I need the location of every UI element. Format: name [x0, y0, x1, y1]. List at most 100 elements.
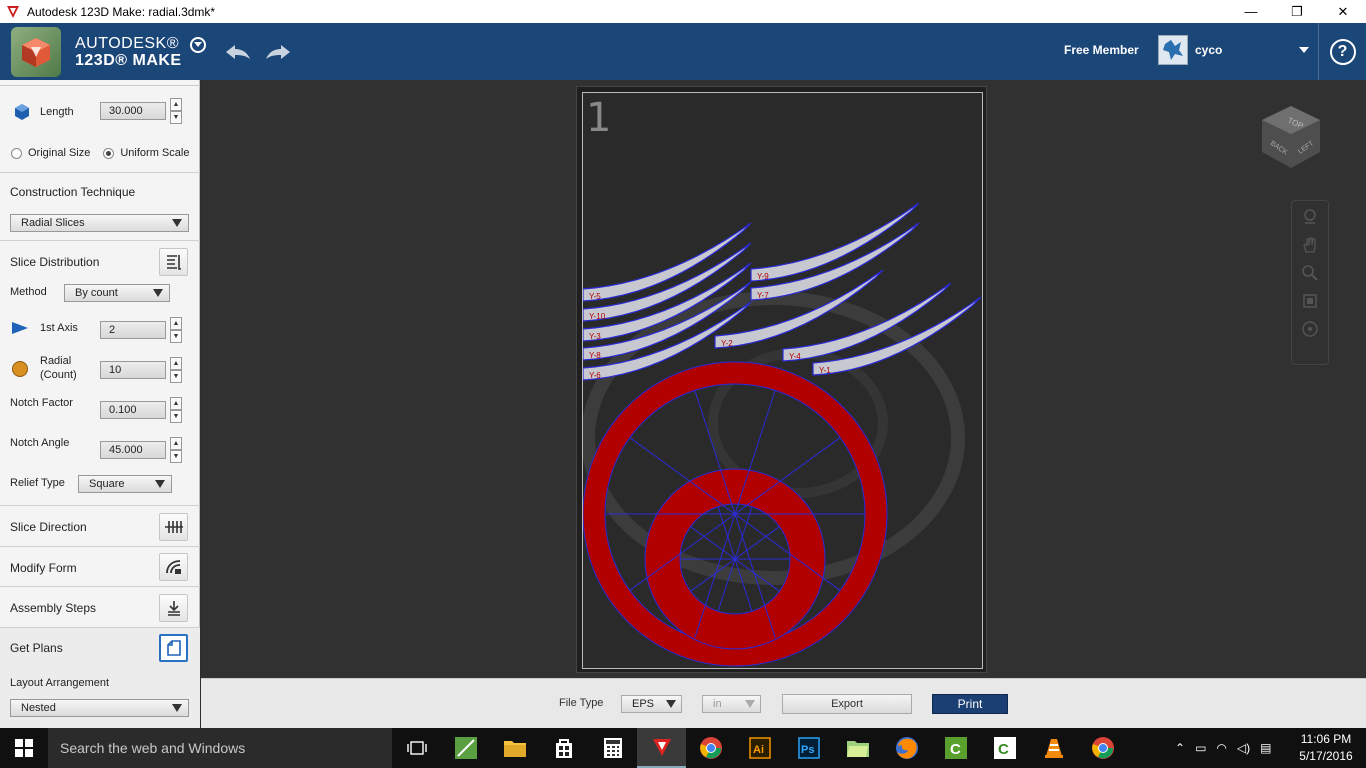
undo-icon[interactable] — [224, 42, 252, 62]
volume-icon[interactable]: ◁) — [1237, 741, 1250, 755]
username[interactable]: cyco — [1195, 43, 1222, 57]
slice-label: Y-3 — [589, 332, 601, 341]
plan-sheet[interactable]: 1 Y-5 Y-10 Y-3 Y-8 Y-6 Y-9 Y-7 Y-2 Y-4 Y-1 — [576, 86, 987, 673]
zoom-icon[interactable] — [1300, 263, 1320, 283]
first-axis-field[interactable]: 2 — [100, 321, 166, 339]
taskbar-apps: Ai Ps C C — [392, 728, 1127, 768]
notch-factor-label: Notch Factor — [10, 397, 73, 409]
export-button[interactable]: Export — [782, 694, 912, 714]
assembly-button[interactable] — [159, 594, 188, 622]
task-view-icon[interactable] — [392, 728, 441, 768]
construction-dropdown[interactable]: Radial Slices — [10, 214, 189, 232]
radial-down-button[interactable]: ▼ — [170, 370, 182, 383]
notch-angle-up-button[interactable]: ▲ — [170, 437, 182, 450]
help-button[interactable]: ? — [1318, 23, 1366, 80]
sketchbook-app-icon[interactable] — [441, 728, 490, 768]
orbit-icon[interactable] — [1300, 207, 1320, 227]
user-menu-chevron-down-icon[interactable] — [1299, 47, 1309, 53]
windows-taskbar: Search the web and Windows Ai Ps C C ⌃ ▭… — [0, 728, 1366, 768]
original-size-label: Original Size — [28, 147, 91, 159]
radial-label: Radial — [40, 355, 72, 367]
spoke-line — [734, 526, 780, 560]
123d-make-app-icon[interactable] — [637, 728, 686, 768]
length-up-button[interactable]: ▲ — [170, 98, 182, 111]
start-button[interactable] — [0, 728, 48, 768]
taskbar-search[interactable]: Search the web and Windows — [48, 728, 392, 768]
notch-factor-stepper[interactable]: 0.100 ▲ ▼ — [100, 397, 182, 423]
radial-icon — [12, 361, 28, 377]
show-hidden-icons-chevron-up-icon[interactable]: ⌃ — [1175, 741, 1185, 755]
slice-label: Y-6 — [589, 371, 601, 380]
slice-piece[interactable] — [750, 222, 920, 301]
length-stepper[interactable]: 30.000 ▲ ▼ — [100, 98, 182, 124]
user-avatar[interactable] — [1158, 35, 1188, 65]
get-plans-button[interactable] — [159, 634, 188, 662]
slice-label: Y-4 — [789, 352, 801, 361]
spoke-line — [690, 526, 736, 560]
store-app-icon[interactable] — [539, 728, 588, 768]
first-axis-up-button[interactable]: ▲ — [170, 317, 182, 330]
chrome-app-icon[interactable] — [686, 728, 735, 768]
slice-direction-title: Slice Direction — [10, 520, 87, 534]
notifications-icon[interactable]: ▤ — [1260, 741, 1271, 755]
fit-view-icon[interactable] — [1300, 291, 1320, 311]
battery-icon[interactable]: ▭ — [1195, 741, 1206, 755]
original-size-radio[interactable] — [11, 147, 22, 159]
camtasia-app-icon[interactable]: C — [931, 728, 980, 768]
view-cube[interactable]: TOP BACK LEFT — [1256, 102, 1326, 175]
calculator-app-icon[interactable] — [588, 728, 637, 768]
relief-type-dropdown[interactable]: Square — [78, 475, 172, 493]
membership-label: Free Member — [1064, 43, 1139, 57]
notch-angle-field[interactable]: 45.000 — [100, 441, 166, 459]
length-field[interactable]: 30.000 — [100, 102, 166, 120]
notch-factor-up-button[interactable]: ▲ — [170, 397, 182, 410]
print-button[interactable]: Print — [932, 694, 1008, 714]
layout-arrangement-dropdown[interactable]: Nested — [10, 699, 189, 717]
modify-form-button[interactable] — [159, 553, 188, 581]
length-down-button[interactable]: ▼ — [170, 111, 182, 124]
app-menu-chevron-icon[interactable] — [189, 36, 206, 53]
radial-field[interactable]: 10 — [100, 361, 166, 379]
units-dropdown: in — [702, 695, 761, 713]
minimize-button[interactable]: — — [1228, 0, 1274, 23]
modify-form-section[interactable]: Modify Form — [0, 546, 200, 586]
notch-angle-down-button[interactable]: ▼ — [170, 450, 182, 463]
look-at-icon[interactable] — [1300, 319, 1320, 339]
file-explorer-icon[interactable] — [490, 728, 539, 768]
first-axis-down-button[interactable]: ▼ — [170, 330, 182, 343]
method-dropdown[interactable]: By count — [64, 284, 170, 302]
first-axis-stepper[interactable]: 2 ▲ ▼ — [100, 317, 182, 343]
assembly-section[interactable]: Assembly Steps — [0, 586, 200, 627]
slice-direction-button[interactable] — [159, 513, 188, 541]
radial-stepper[interactable]: 10 ▲ ▼ — [100, 357, 182, 383]
file-type-dropdown[interactable]: EPS — [621, 695, 682, 713]
vlc-app-icon[interactable] — [1029, 728, 1078, 768]
folder-app-icon[interactable] — [833, 728, 882, 768]
slice-direction-section[interactable]: Slice Direction — [0, 505, 200, 546]
layout-viewport[interactable]: 1 Y-5 Y-10 Y-3 Y-8 Y-6 Y-9 Y-7 Y-2 Y-4 Y-1 TOP BA… — [201, 80, 1366, 678]
brand-line-1: AUTODESK® — [75, 34, 180, 52]
nested-parts-drawing[interactable]: Y-5 Y-10 Y-3 Y-8 Y-6 Y-9 Y-7 Y-2 Y-4 Y-1 — [581, 93, 984, 670]
redo-icon[interactable] — [264, 42, 292, 62]
notch-factor-down-button[interactable]: ▼ — [170, 410, 182, 423]
camtasia-recorder-app-icon[interactable]: C — [980, 728, 1029, 768]
photoshop-app-icon[interactable]: Ps — [784, 728, 833, 768]
radial-count-label: (Count) — [40, 369, 77, 381]
pan-hand-icon[interactable] — [1300, 235, 1320, 255]
radial-up-button[interactable]: ▲ — [170, 357, 182, 370]
maximize-button[interactable]: ❐ — [1274, 0, 1320, 23]
close-button[interactable]: ✕ — [1320, 0, 1366, 23]
uniform-scale-radio[interactable] — [103, 147, 115, 159]
firefox-app-icon[interactable] — [882, 728, 931, 768]
illustrator-app-icon[interactable]: Ai — [735, 728, 784, 768]
chrome-app-icon[interactable] — [1078, 728, 1127, 768]
method-label: Method — [10, 286, 47, 298]
notch-factor-field[interactable]: 0.100 — [100, 401, 166, 419]
notch-angle-stepper[interactable]: 45.000 ▲ ▼ — [100, 437, 182, 463]
get-plans-icon — [166, 640, 181, 656]
first-axis-icon — [12, 322, 28, 334]
app-icon — [7, 5, 19, 18]
distribution-button[interactable] — [159, 248, 188, 276]
taskbar-clock[interactable]: 11:06 PM 5/17/2016 — [1296, 731, 1356, 765]
wifi-icon[interactable]: ◠ — [1216, 741, 1226, 755]
